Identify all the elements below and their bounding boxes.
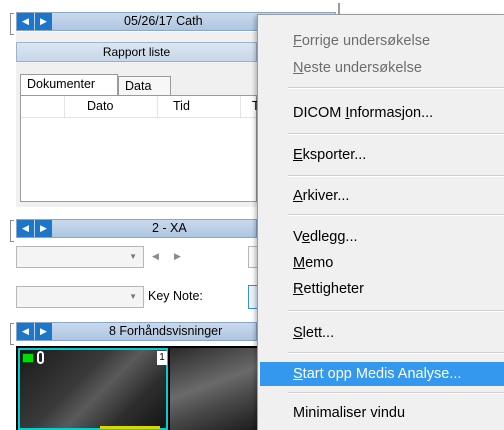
menu-separator bbox=[288, 176, 504, 177]
thumbnail-index: 1 bbox=[157, 351, 167, 365]
menu-item-label-post: lett... bbox=[302, 325, 335, 341]
menu-item-mnemonic: N bbox=[293, 60, 304, 76]
prev-series-button[interactable]: ◀ bbox=[17, 220, 34, 237]
menu-item-start-medis-analysis[interactable]: Start opp Medis Analyse... bbox=[260, 362, 504, 386]
thumbnail-image[interactable] bbox=[170, 348, 257, 430]
key-note-label: Key Note: bbox=[148, 289, 203, 303]
menu-item-label-post: ettigheter bbox=[303, 281, 364, 297]
column-tid[interactable]: Tid bbox=[173, 99, 190, 113]
menu-item-label-post: emo bbox=[305, 255, 334, 271]
next-image-arrow[interactable]: ▶ bbox=[174, 251, 181, 262]
next-exam-button[interactable]: ▶ bbox=[35, 13, 52, 30]
menu-item-archive[interactable]: Arkiver... bbox=[258, 184, 504, 208]
menu-item-label-pre: Minimaliser vindu bbox=[293, 405, 406, 421]
menu-item-mnemonic: M bbox=[293, 255, 306, 271]
chevron-down-icon: ▼ bbox=[129, 292, 137, 301]
menu-item-mnemonic: A bbox=[293, 188, 303, 204]
next-preview-button[interactable]: ▶ bbox=[35, 323, 52, 340]
menu-item-export[interactable]: Eksporter... bbox=[258, 143, 504, 167]
menu-item-label-post: rkiver... bbox=[302, 188, 350, 204]
menu-item-mnemonic: E bbox=[293, 147, 303, 163]
menu-item-label-post: ksporter... bbox=[302, 147, 367, 163]
menu-item-attachment[interactable]: Vedlegg... bbox=[258, 225, 504, 249]
next-series-button[interactable]: ▶ bbox=[35, 220, 52, 237]
panel-bracket bbox=[10, 220, 14, 242]
menu-item-label-post: este undersøkelse bbox=[303, 60, 422, 76]
menu-item-mnemonic: S bbox=[293, 366, 303, 382]
menu-item-label-post: tart opp Medis Analyse... bbox=[302, 366, 462, 382]
menu-separator bbox=[288, 353, 504, 354]
key-note-select[interactable]: ▼ bbox=[16, 286, 144, 308]
menu-separator bbox=[288, 134, 504, 135]
menu-separator bbox=[288, 215, 504, 216]
series-header: ◀ ▶ 2 - XA bbox=[16, 219, 257, 238]
panel-bracket bbox=[10, 13, 14, 35]
menu-item-mnemonic: R bbox=[293, 281, 304, 297]
series-title: 2 - XA bbox=[152, 221, 187, 235]
menu-item-mnemonic: e bbox=[301, 229, 310, 245]
prev-preview-button[interactable]: ◀ bbox=[17, 323, 34, 340]
menu-separator bbox=[288, 88, 504, 89]
column-separator bbox=[157, 96, 158, 118]
attachment-icon bbox=[37, 351, 44, 364]
series-select[interactable]: ▼ bbox=[16, 246, 144, 268]
document-list-header: Dato Tid T bbox=[21, 96, 260, 118]
prev-image-arrow[interactable]: ◀ bbox=[152, 251, 159, 262]
column-dato[interactable]: Dato bbox=[87, 99, 113, 113]
menu-separator bbox=[288, 311, 504, 312]
tab-dokumenter[interactable]: Dokumenter bbox=[20, 74, 118, 95]
thumbnail-overlay-text bbox=[100, 426, 160, 429]
menu-item-label-post: dlegg... bbox=[309, 229, 358, 245]
prev-exam-button[interactable]: ◀ bbox=[17, 13, 34, 30]
menu-item-label-pre: V bbox=[293, 229, 302, 245]
exam-title: 05/26/17 Cath bbox=[124, 14, 203, 28]
menu-separator bbox=[288, 393, 504, 394]
menu-item-permissions[interactable]: Rettigheter bbox=[258, 277, 504, 301]
menu-item-mnemonic: S bbox=[293, 325, 303, 341]
menu-item-label-post: nformasjon... bbox=[349, 105, 434, 121]
menu-item-delete[interactable]: Slett... bbox=[258, 321, 504, 345]
report-list-header: Rapport liste bbox=[16, 42, 257, 62]
menu-item-dicom-info[interactable]: DICOM Informasjon... bbox=[258, 101, 504, 125]
column-separator bbox=[240, 96, 241, 118]
thumbnail-image[interactable]: 1 bbox=[18, 348, 168, 430]
preview-header: ◀ ▶ 8 Forhåndsvisninger bbox=[16, 322, 257, 341]
preview-title: 8 Forhåndsvisninger bbox=[109, 324, 223, 338]
menu-item-minimize-window[interactable]: Minimaliser vindu bbox=[258, 401, 504, 425]
menu-item-next-exam[interactable]: Neste undersøkelse bbox=[258, 56, 504, 80]
menu-item-mnemonic: F bbox=[293, 33, 302, 49]
column-separator bbox=[64, 96, 65, 118]
menu-item-memo[interactable]: Memo bbox=[258, 251, 504, 275]
chevron-down-icon: ▼ bbox=[129, 252, 137, 261]
menu-item-previous-exam[interactable]: Forrige undersøkelse bbox=[258, 29, 504, 53]
video-icon bbox=[22, 353, 34, 363]
tab-data[interactable]: Data bbox=[118, 76, 171, 96]
menu-item-label-post: orrige undersøkelse bbox=[301, 33, 431, 49]
document-list[interactable]: Dato Tid T bbox=[20, 95, 260, 202]
context-menu: Forrige undersøkelse Neste undersøkelse … bbox=[257, 14, 504, 430]
panel-bracket bbox=[10, 323, 14, 345]
menu-item-label-pre: DICOM bbox=[293, 105, 346, 121]
